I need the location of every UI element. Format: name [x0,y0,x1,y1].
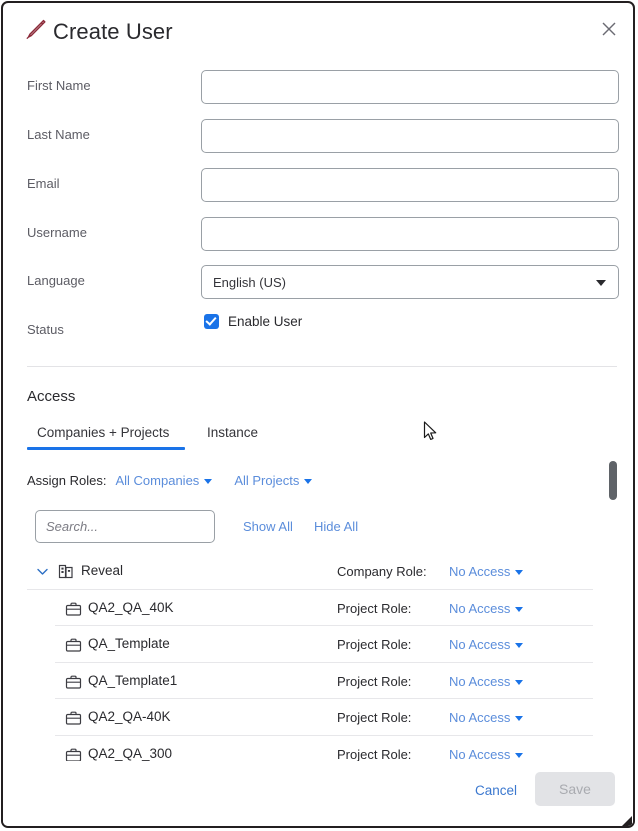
chevron-down-icon[interactable] [36,565,49,578]
tree-row-role-label: Company Role: [337,564,427,579]
chevron-down-icon [515,752,524,758]
briefcase-icon [65,637,82,653]
tree-row-name: Reveal [81,563,124,578]
tree-row-name: QA2_QA_40K [88,599,174,615]
tree-row-name: QA_Template1 [88,672,178,688]
project-role-value: No Access [449,673,511,689]
language-label: Language [27,273,85,288]
briefcase-icon [65,674,82,690]
mouse-cursor-icon [423,421,439,443]
show-all-button[interactable]: Show All [243,519,293,534]
search-input[interactable] [35,510,215,543]
enable-user-checkbox-row[interactable]: Enable User [204,314,302,329]
enable-user-checkbox[interactable] [204,314,219,329]
project-role-value: No Access [449,710,511,725]
access-heading: Access [27,388,76,405]
cancel-button[interactable]: Cancel [475,783,517,798]
table-row[interactable]: QA_Template1 Project Role: No Access [3,663,633,699]
all-projects-filter-label: All Projects [234,473,300,488]
assign-roles-row: Assign Roles: All Companies All Projects [27,472,313,490]
field-row-language: Language English (US) [3,265,633,299]
briefcase-icon [65,710,82,726]
dialog-header: Create User [3,3,633,58]
chevron-down-icon [596,280,606,286]
field-row-email: Email [3,168,633,202]
first-name-label: First Name [27,78,91,93]
resize-handle[interactable] [621,814,632,826]
tree-row-name: QA2_QA_300 [88,745,173,761]
scrollbar-thumb[interactable] [609,461,617,500]
building-icon [58,563,75,580]
section-divider [27,366,617,367]
email-label: Email [27,176,60,191]
project-role-select[interactable]: No Access [449,600,524,616]
briefcase-icon [65,601,82,617]
tab-instance[interactable]: Instance [207,425,258,440]
tree-row-role-label: Project Role: [337,746,412,762]
pencil-icon [22,16,48,42]
field-row-last-name: Last Name [3,119,633,153]
project-role-select[interactable]: No Access [449,637,524,652]
tree-row-name: QA2_QA-40K [88,709,171,724]
active-tab-indicator [27,447,185,450]
access-tree: Reveal Company Role: No Access QA2_QA_40… [3,553,633,761]
project-role-value: No Access [449,600,511,616]
project-role-value: No Access [449,746,511,762]
language-select[interactable]: English (US) [201,265,619,299]
hide-all-button[interactable]: Hide All [314,519,358,534]
tree-row-role-label: Project Role: [337,710,412,725]
page-title: Create User [53,19,173,44]
chevron-down-icon [515,716,524,722]
project-role-value: No Access [449,637,511,652]
status-label: Status [27,322,64,337]
username-input[interactable] [201,217,619,251]
first-name-input[interactable] [201,70,619,104]
table-row[interactable]: QA2_QA_40K Project Role: No Access [3,590,633,626]
table-row[interactable]: Reveal Company Role: No Access [3,553,633,590]
chevron-down-icon [515,679,524,685]
table-row[interactable]: QA2_QA_300 Project Role: No Access [3,736,633,762]
dialog-footer: Cancel Save [3,762,633,826]
create-user-dialog: Create User First Name Last Name Email U… [1,1,635,828]
chevron-down-icon [515,606,524,612]
field-row-status: Status [3,314,633,348]
chevron-down-icon [204,479,213,485]
table-row[interactable]: QA2_QA-40K Project Role: No Access [3,699,633,736]
email-field[interactable] [201,168,619,202]
all-projects-filter[interactable]: All Projects [234,473,313,488]
tree-row-role-label: Project Role: [337,600,412,616]
briefcase-icon [65,747,82,761]
tree-row-role-label: Project Role: [337,637,412,652]
all-companies-filter-label: All Companies [115,473,200,488]
project-role-select[interactable]: No Access [449,673,524,689]
table-row[interactable]: QA_Template Project Role: No Access [3,626,633,663]
save-button[interactable]: Save [535,772,615,806]
enable-user-label: Enable User [228,314,303,329]
field-row-username: Username [3,217,633,251]
all-companies-filter[interactable]: All Companies [115,473,213,488]
close-icon[interactable] [597,17,621,41]
chevron-down-icon [515,570,524,576]
field-row-first-name: First Name [3,70,633,104]
tab-companies-projects[interactable]: Companies + Projects [37,425,169,440]
chevron-down-icon [304,479,313,485]
language-selected-value: English (US) [213,275,286,290]
company-role-value: No Access [449,564,511,579]
chevron-down-icon [515,643,524,649]
last-name-input[interactable] [201,119,619,153]
project-role-select[interactable]: No Access [449,746,524,762]
tree-row-role-label: Project Role: [337,673,412,689]
last-name-label: Last Name [27,127,90,142]
project-role-select[interactable]: No Access [449,710,524,725]
tree-row-name: QA_Template [88,636,170,651]
company-role-select[interactable]: No Access [449,564,524,579]
username-label: Username [27,225,87,240]
assign-roles-label: Assign Roles: [27,473,107,488]
